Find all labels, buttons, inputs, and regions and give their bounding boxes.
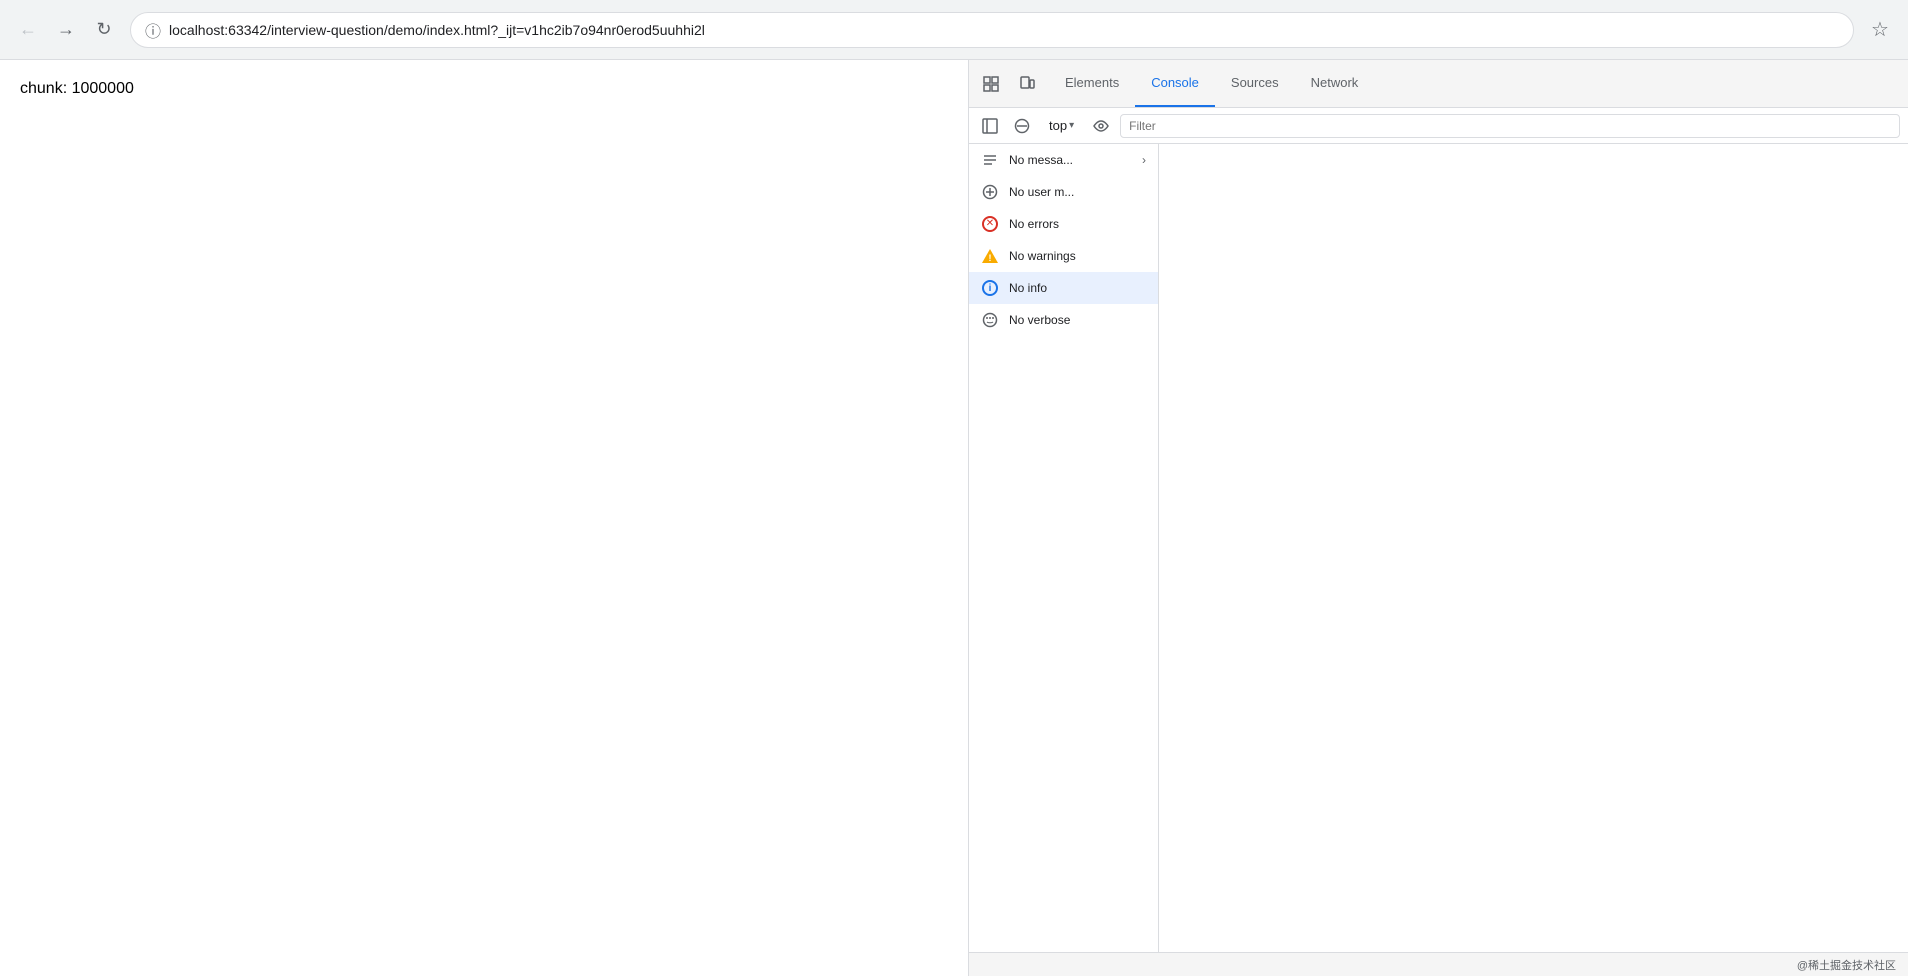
filter-item-errors[interactable]: No errors xyxy=(969,208,1158,240)
clear-console-button[interactable] xyxy=(1009,113,1035,139)
sidebar-toggle-button[interactable] xyxy=(977,113,1003,139)
user-message-icon xyxy=(981,183,999,201)
bottom-bar-text: @稀土掘金技术社区 xyxy=(1797,957,1896,973)
filter-item-warnings[interactable]: ! No warnings xyxy=(969,240,1158,272)
info-icon: i xyxy=(981,279,999,297)
info-circle-icon: ⓘ xyxy=(145,18,161,42)
filter-item-user[interactable]: No user m... xyxy=(969,176,1158,208)
verbose-icon xyxy=(981,311,999,329)
expand-messages-icon[interactable]: › xyxy=(1142,153,1146,167)
messages-icon xyxy=(981,151,999,169)
console-toolbar: top ▾ xyxy=(969,108,1908,144)
context-dropdown[interactable]: top ▾ xyxy=(1041,116,1082,135)
filter-item-info[interactable]: i No info xyxy=(969,272,1158,304)
address-bar[interactable]: ⓘ xyxy=(130,12,1854,48)
filter-label-verbose: No verbose xyxy=(1009,313,1070,327)
tab-console[interactable]: Console xyxy=(1135,60,1215,107)
devtools-panel: Elements Console Sources Network xyxy=(968,60,1908,976)
url-input[interactable] xyxy=(169,22,1839,38)
filter-item-messages[interactable]: No messa... › xyxy=(969,144,1158,176)
page-content: chunk: 1000000 xyxy=(0,60,968,976)
inspect-element-button[interactable] xyxy=(977,70,1005,98)
context-label: top xyxy=(1049,118,1067,133)
devtools-header: Elements Console Sources Network xyxy=(969,60,1908,108)
filter-label-warnings: No warnings xyxy=(1009,249,1076,263)
page-text: chunk: 1000000 xyxy=(20,80,948,98)
svg-text:!: ! xyxy=(989,253,992,263)
tab-elements[interactable]: Elements xyxy=(1049,60,1135,107)
filter-label-messages: No messa... xyxy=(1009,153,1073,167)
live-expressions-button[interactable] xyxy=(1088,113,1114,139)
nav-buttons: ← → ↻ xyxy=(12,14,120,46)
devtools-body: No messa... › No user m... xyxy=(969,144,1908,952)
browser-bar: ← → ↻ ⓘ ☆ xyxy=(0,0,1908,60)
console-main xyxy=(1159,144,1908,952)
error-icon xyxy=(981,215,999,233)
warning-icon: ! xyxy=(981,247,999,265)
filter-input[interactable] xyxy=(1120,114,1900,138)
device-toolbar-button[interactable] xyxy=(1013,70,1041,98)
console-sidebar: No messa... › No user m... xyxy=(969,144,1159,952)
filter-item-verbose[interactable]: No verbose xyxy=(969,304,1158,336)
filter-label-info: No info xyxy=(1009,281,1047,295)
devtools-icons xyxy=(969,70,1049,98)
tab-sources[interactable]: Sources xyxy=(1215,60,1295,107)
reload-button[interactable]: ↻ xyxy=(88,14,120,46)
bottom-bar: @稀土掘金技术社区 xyxy=(969,952,1908,976)
bookmark-button[interactable]: ☆ xyxy=(1864,14,1896,46)
tab-network[interactable]: Network xyxy=(1295,60,1375,107)
chevron-down-icon: ▾ xyxy=(1069,120,1074,131)
star-icon: ☆ xyxy=(1871,17,1889,42)
filter-label-user: No user m... xyxy=(1009,185,1074,199)
main-area: chunk: 1000000 xyxy=(0,60,1908,976)
forward-button[interactable]: → xyxy=(50,14,82,46)
filter-label-errors: No errors xyxy=(1009,217,1059,231)
devtools-tabs: Elements Console Sources Network xyxy=(1049,60,1908,107)
back-button[interactable]: ← xyxy=(12,14,44,46)
